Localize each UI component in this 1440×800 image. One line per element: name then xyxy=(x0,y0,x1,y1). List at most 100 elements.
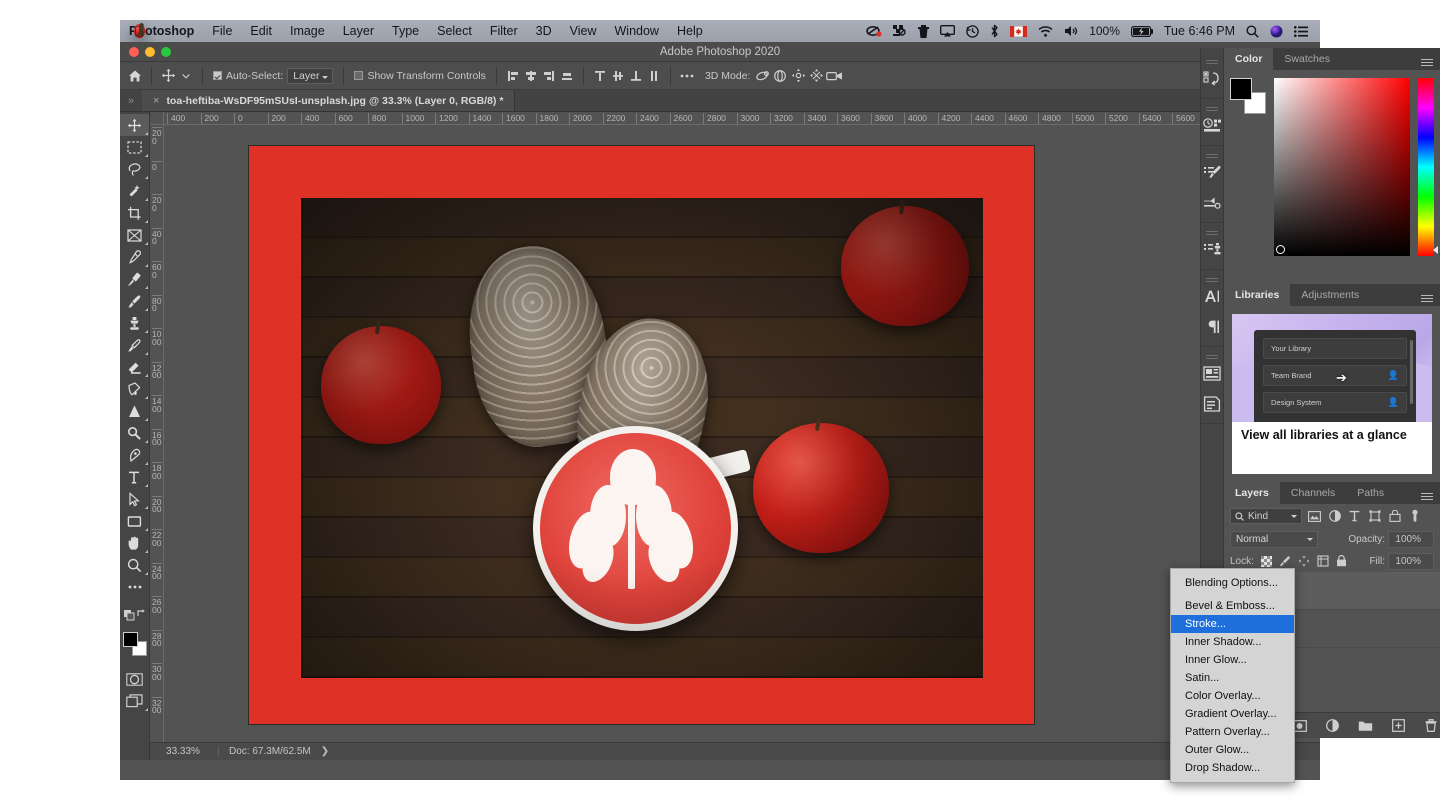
blend-mode-dropdown[interactable]: Normal xyxy=(1230,530,1318,548)
screen-record-icon[interactable] xyxy=(866,25,882,37)
horizontal-ruler[interactable]: 400 200 0 200 400 600 800 1000 1200 1400 1600 1800 2… xyxy=(164,112,1320,125)
distribute-spacing-icon[interactable] xyxy=(645,67,663,85)
menu-item[interactable]: Gradient Overlay... xyxy=(1171,705,1294,723)
align-right-edges-icon[interactable] xyxy=(540,67,558,85)
fill-value[interactable]: 100% xyxy=(1388,552,1434,570)
canvas-viewport[interactable] xyxy=(164,125,1320,742)
screen-mode-icon[interactable] xyxy=(120,690,149,712)
hue-slider-handle[interactable] xyxy=(1433,246,1438,254)
pen-tool[interactable] xyxy=(120,444,149,466)
frame-tool[interactable] xyxy=(120,224,149,246)
panel-menu-icon[interactable] xyxy=(1421,482,1440,504)
airplay-icon[interactable] xyxy=(940,25,956,37)
status-doc-size[interactable]: Doc: 67.3M/62.5M xyxy=(218,746,321,757)
roll-3d-icon[interactable] xyxy=(771,67,789,85)
notes-panel-icon[interactable] xyxy=(1201,389,1223,419)
align-top-edges-icon[interactable] xyxy=(558,67,576,85)
filter-pixel-icon[interactable] xyxy=(1307,508,1322,524)
tab-layers[interactable]: Layers xyxy=(1224,482,1280,504)
more-options-icon[interactable] xyxy=(678,67,696,85)
foreground-color-swatch[interactable] xyxy=(123,632,138,647)
menu-item-photoshop[interactable]: Photoshop xyxy=(120,24,203,38)
menu-item[interactable]: Inner Shadow... xyxy=(1171,633,1294,651)
close-icon[interactable]: × xyxy=(153,95,159,107)
edit-toolbar-tool[interactable] xyxy=(120,576,149,598)
home-icon[interactable] xyxy=(126,67,144,85)
tool-preset-chevron-icon[interactable] xyxy=(177,67,195,85)
align-horizontal-centers-icon[interactable] xyxy=(522,67,540,85)
fill-control[interactable]: Fill: 100% xyxy=(1369,552,1434,570)
wifi-icon[interactable] xyxy=(1038,25,1053,37)
auto-select-dropdown[interactable]: Layer xyxy=(287,67,334,84)
lock-position-icon[interactable] xyxy=(1298,555,1310,567)
move-tool[interactable] xyxy=(120,114,149,136)
menu-item[interactable]: Pattern Overlay... xyxy=(1171,723,1294,741)
menu-item-window[interactable]: Window xyxy=(606,24,668,38)
ruler-corner[interactable] xyxy=(150,112,164,125)
eraser-tool[interactable] xyxy=(120,356,149,378)
dodge-tool[interactable] xyxy=(120,422,149,444)
quick-mask-icon[interactable] xyxy=(120,668,149,690)
siri-icon[interactable] xyxy=(1270,25,1283,38)
tab-libraries[interactable]: Libraries xyxy=(1224,284,1291,306)
new-adjustment-layer-icon[interactable] xyxy=(1323,717,1341,735)
zoom-tool[interactable] xyxy=(120,554,149,576)
menu-item[interactable]: Outer Glow... xyxy=(1171,741,1294,759)
foreground-color-swatch[interactable] xyxy=(1230,78,1252,100)
color-swatches[interactable] xyxy=(120,630,150,660)
history-brush-tool[interactable] xyxy=(120,334,149,356)
tab-swatches[interactable]: Swatches xyxy=(1273,48,1341,70)
artboard[interactable] xyxy=(249,146,1034,724)
history-panel-icon[interactable] xyxy=(1201,64,1223,94)
new-group-icon[interactable] xyxy=(1356,717,1374,735)
brushes-panel-icon[interactable] xyxy=(1201,188,1223,218)
libraries-promo-card[interactable]: Your Library Team Brand 👤 Design System … xyxy=(1232,314,1432,474)
trash-icon[interactable] xyxy=(918,24,930,38)
show-transform-controls-control[interactable]: Show Transform Controls xyxy=(351,70,488,82)
filter-smart-object-icon[interactable] xyxy=(1387,508,1402,524)
tab-overflow-icon[interactable]: » xyxy=(120,90,142,111)
menu-item[interactable]: Inner Glow... xyxy=(1171,651,1294,669)
color-picker-handle[interactable] xyxy=(1276,245,1285,254)
move-tool-icon[interactable] xyxy=(159,67,177,85)
clone-source-panel-icon[interactable] xyxy=(1201,235,1223,265)
path-selection-tool[interactable] xyxy=(120,488,149,510)
menu-item-edit[interactable]: Edit xyxy=(241,24,281,38)
chevron-right-icon[interactable]: ❯ xyxy=(321,746,329,757)
layer-style-context-menu[interactable]: Blending Options... Bevel & Emboss... Stro… xyxy=(1170,568,1295,783)
layer-filter-kind-dropdown[interactable]: Kind xyxy=(1230,508,1302,524)
menu-item-select[interactable]: Select xyxy=(428,24,481,38)
lock-image-pixels-icon[interactable] xyxy=(1279,555,1291,567)
auto-select-control[interactable]: Auto-Select: Layer xyxy=(210,67,336,84)
show-transform-checkbox[interactable] xyxy=(354,71,364,80)
hand-tool[interactable] xyxy=(120,532,149,554)
slide-3d-icon[interactable] xyxy=(807,67,825,85)
search-icon[interactable] xyxy=(1246,25,1259,38)
delete-layer-icon[interactable] xyxy=(1422,717,1440,735)
menu-item-view[interactable]: View xyxy=(561,24,606,38)
clone-stamp-tool[interactable] xyxy=(120,312,149,334)
apple-icon[interactable]:  xyxy=(134,24,145,38)
menu-item[interactable]: Bevel & Emboss... xyxy=(1171,597,1294,615)
menu-item-file[interactable]: File xyxy=(203,24,241,38)
rectangular-marquee-tool[interactable] xyxy=(120,136,149,158)
menu-item[interactable]: Drop Shadow... xyxy=(1171,759,1294,777)
paragraph-panel-icon[interactable] xyxy=(1201,312,1223,342)
color-panel-swatches[interactable] xyxy=(1230,78,1266,114)
rotate-3d-icon[interactable] xyxy=(753,67,771,85)
menu-item-layer[interactable]: Layer xyxy=(334,24,383,38)
blur-tool[interactable] xyxy=(120,400,149,422)
distribute-vertical-centers-icon[interactable] xyxy=(609,67,627,85)
crop-tool[interactable] xyxy=(120,202,149,224)
brush-tool[interactable] xyxy=(120,290,149,312)
rectangle-tool[interactable] xyxy=(120,510,149,532)
brush-settings-panel-icon[interactable] xyxy=(1201,158,1223,188)
vertical-ruler[interactable]: 200 0 200 400 600 800 1000 1200 1400 1600 1800 2000… xyxy=(150,125,164,742)
time-machine-icon[interactable] xyxy=(966,24,979,38)
menu-item-help[interactable]: Help xyxy=(668,24,712,38)
tab-adjustments[interactable]: Adjustments xyxy=(1290,284,1370,306)
dropbox-icon[interactable] xyxy=(893,25,907,37)
tab-color[interactable]: Color xyxy=(1224,48,1274,70)
tab-paths[interactable]: Paths xyxy=(1346,482,1395,504)
lock-artboard-icon[interactable] xyxy=(1317,555,1329,567)
